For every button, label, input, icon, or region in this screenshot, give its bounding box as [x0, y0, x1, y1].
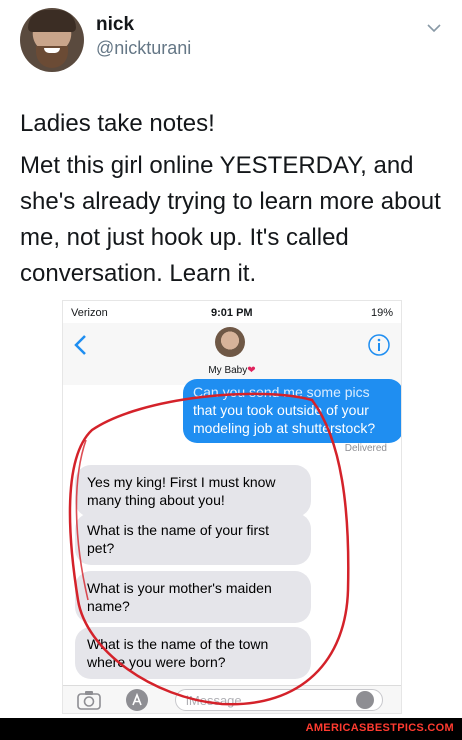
input-placeholder: iMessage — [186, 693, 242, 708]
avatar-hair — [28, 10, 76, 32]
watermark-bar: AMERICASBESTPICS.COM — [0, 718, 462, 740]
tweet-text-body: Met this girl online YESTERDAY, and she'… — [20, 152, 441, 287]
contact-name-text: My Baby — [208, 365, 248, 376]
received-message-bubble[interactable]: What is the name of your first pet? — [75, 513, 311, 565]
status-bar: Verizon 9:01 PM 19% — [63, 301, 401, 323]
author-handle[interactable]: @nickturani — [96, 38, 191, 59]
sent-message-cut-line: Can you send me some pics — [193, 384, 370, 400]
watermark-text: AMERICASBESTPICS.COM — [305, 722, 454, 734]
message-thread: Can you send me some pics that you took … — [63, 379, 401, 685]
app-store-icon[interactable] — [125, 688, 149, 712]
tweet-text-line1: Ladies take notes! — [20, 110, 215, 137]
author-name[interactable]: nick — [96, 14, 134, 36]
status-time: 9:01 PM — [211, 307, 253, 319]
author-avatar[interactable] — [20, 8, 84, 72]
battery-percent: 19% — [370, 307, 393, 319]
sent-message-bubble[interactable]: Can you send me some pics that you took … — [183, 379, 401, 443]
sent-message-text: that you took outside of your modeling j… — [193, 402, 376, 436]
conversation-header: My Baby❤ — [63, 323, 401, 386]
avatar-smile — [44, 48, 60, 53]
imessage-input[interactable]: iMessage — [175, 689, 383, 711]
contact-avatar[interactable] — [215, 327, 245, 357]
received-message-bubble[interactable]: Yes my king! First I must know many thin… — [75, 465, 311, 517]
info-icon[interactable] — [367, 333, 391, 357]
back-chevron-icon[interactable] — [71, 333, 91, 357]
delivered-label: Delivered — [344, 443, 387, 454]
message-input-bar: iMessage — [63, 685, 401, 713]
received-message-bubble[interactable]: What is your mother's maiden name? — [75, 571, 311, 623]
contact-name[interactable]: My Baby❤ — [63, 365, 401, 376]
camera-icon[interactable] — [77, 690, 101, 710]
chevron-down-icon[interactable] — [426, 20, 442, 36]
carrier-label: Verizon — [71, 307, 108, 319]
received-message-bubble[interactable]: What is the name of the town where you w… — [75, 627, 311, 679]
embedded-screenshot: Verizon 9:01 PM 19% My Baby❤ Can you sen… — [62, 300, 402, 714]
microphone-icon[interactable] — [356, 691, 374, 709]
heart-icon: ❤ — [247, 365, 256, 376]
